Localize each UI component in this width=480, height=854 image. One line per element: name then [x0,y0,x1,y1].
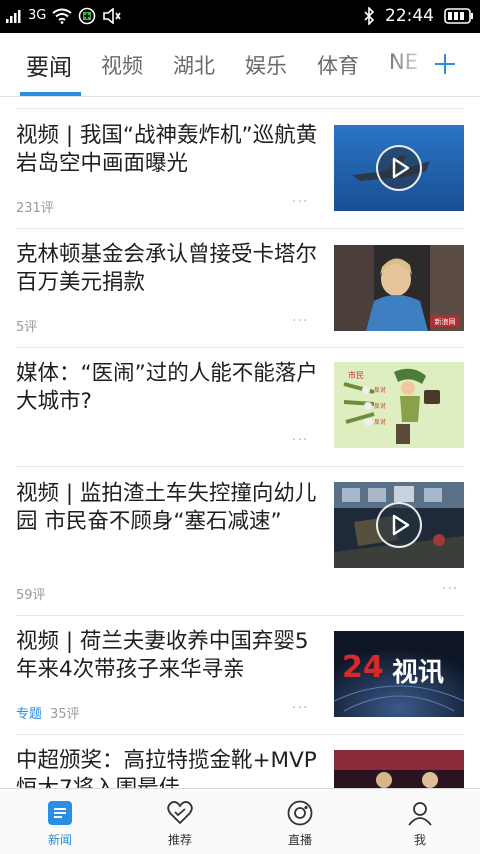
news-item[interactable]: 中超颁奖：高拉特揽金靴+MVP 恒大7将入围最佳 [0,735,480,788]
play-button[interactable] [376,502,422,548]
news-thumbnail: 24 视讯 [334,631,464,717]
plus-icon[interactable] [430,49,460,79]
nav-label: 新闻 [47,833,72,847]
comment-count: 59评 [16,588,46,603]
news-thumbnail [334,125,464,211]
svg-text:24: 24 [342,650,384,685]
news-feed: 视频 | 我国“战神轰炸机”巡航黄岩岛空中画面曝光 231评 ··· 克林顿基金… [0,98,480,788]
tab-video[interactable]: 视频 [101,50,143,80]
comment-count: 35评 [50,707,80,722]
battery-icon [444,8,473,24]
news-item[interactable]: 视频 | 荷兰夫妻收养中国弃婴5年来4次带孩子来华寻亲 专题 35评 ··· 2… [0,616,480,734]
news-meta: 5评 [16,316,37,335]
more-options-icon[interactable]: ··· [442,581,458,597]
more-options-icon[interactable]: ··· [292,700,308,716]
news-title: 视频 | 监拍渣土车失控撞向幼儿园 市民奋不顾身“塞石减速” [16,481,317,534]
status-bar: 3G 22:44 [0,0,480,33]
more-options-icon[interactable]: ··· [292,313,308,329]
status-right: 22:44 [363,6,474,26]
play-button[interactable] [376,145,422,191]
news-thumbnail: 新浪网 [334,245,464,331]
comment-count: 231评 [16,201,54,216]
cartoon-label: 反对 [374,386,386,394]
tab-yaowen[interactable]: 要闻 [26,48,72,82]
wifi-icon [52,8,72,24]
data-saver-icon [79,7,96,25]
live-icon [287,800,313,826]
clock-time: 22:44 [385,6,434,26]
nav-news[interactable]: 新闻 [0,789,120,854]
play-icon [392,157,410,179]
news-item[interactable]: 视频 | 我国“战神轰炸机”巡航黄岩岛空中画面曝光 231评 ··· [0,109,480,228]
profile-icon [408,802,432,826]
signal-icon [6,10,21,23]
nav-label: 推荐 [167,833,192,847]
tab-hubei[interactable]: 湖北 [173,50,215,80]
news-title: 中超颁奖：高拉特揽金靴+MVP 恒大7将入围最佳 [16,748,317,788]
nav-recommend[interactable]: 推荐 [120,789,240,854]
news-meta: 231评 [16,197,54,216]
news-item[interactable]: 媒体：“医闹”过的人能不能落户大城市? ··· 市民 反对 反对 反对 [0,348,480,466]
cartoon-label: 反对 [374,418,386,426]
bluetooth-icon [364,7,375,25]
cartoon-label: 市民 [348,370,364,380]
heart-icon [167,801,193,825]
clinton-photo-image: 新浪网 [334,245,464,331]
status-left: 3G [6,7,122,25]
nav-live[interactable]: 直播 [240,789,360,854]
news-item[interactable]: 视频 | 监拍渣土车失控撞向幼儿园 市民奋不顾身“塞石减速” 59评 ··· [0,467,480,615]
nav-label: 我 [413,833,426,847]
bottom-navigation: 新闻 推荐 直播 我 [0,788,480,854]
nav-me[interactable]: 我 [360,789,480,854]
news-title: 媒体：“医闹”过的人能不能落户大城市? [16,361,318,414]
news-thumbnail [334,482,464,568]
tab-sports[interactable]: 体育 [317,50,359,80]
news-item[interactable]: 克林顿基金会承认曾接受卡塔尔百万美元捐款 5评 ··· 新浪网 [0,229,480,347]
play-icon [392,514,410,536]
24h-news-logo-image: 24 视讯 [334,631,464,717]
news-thumbnail: 市民 反对 反对 反对 [334,362,464,448]
news-title: 克林顿基金会承认曾接受卡塔尔百万美元捐款 [16,242,318,295]
tab-entertainment[interactable]: 娱乐 [245,50,287,80]
news-thumbnail [334,750,464,788]
news-icon [48,801,72,825]
more-options-icon[interactable]: ··· [292,194,308,210]
channel-tab-bar: 要闻 视频 湖北 娱乐 体育 NE [0,33,480,97]
network-type: 3G [28,8,47,23]
nav-label: 直播 [287,833,312,847]
thumb-caption: 新浪网 [435,317,456,326]
news-meta: 59评 [16,584,46,603]
awards-ceremony-image [334,750,464,788]
tab-fade-overlay [386,33,432,96]
cartoon-label: 反对 [374,402,386,410]
more-options-icon[interactable]: ··· [292,432,308,448]
comment-count: 5评 [16,320,38,335]
thumb-logo-text: 视讯 [392,658,444,688]
volume-muted-icon [103,8,122,24]
news-title: 视频 | 荷兰夫妻收养中国弃婴5年来4次带孩子来华寻亲 [16,629,309,682]
topic-tag[interactable]: 专题 [16,703,42,722]
news-title: 视频 | 我国“战神轰炸机”巡航黄岩岛空中画面曝光 [16,123,318,176]
cartoon-image: 市民 反对 反对 反对 [334,362,464,448]
news-meta: 专题 35评 [16,703,80,722]
active-tab-indicator [20,92,81,96]
